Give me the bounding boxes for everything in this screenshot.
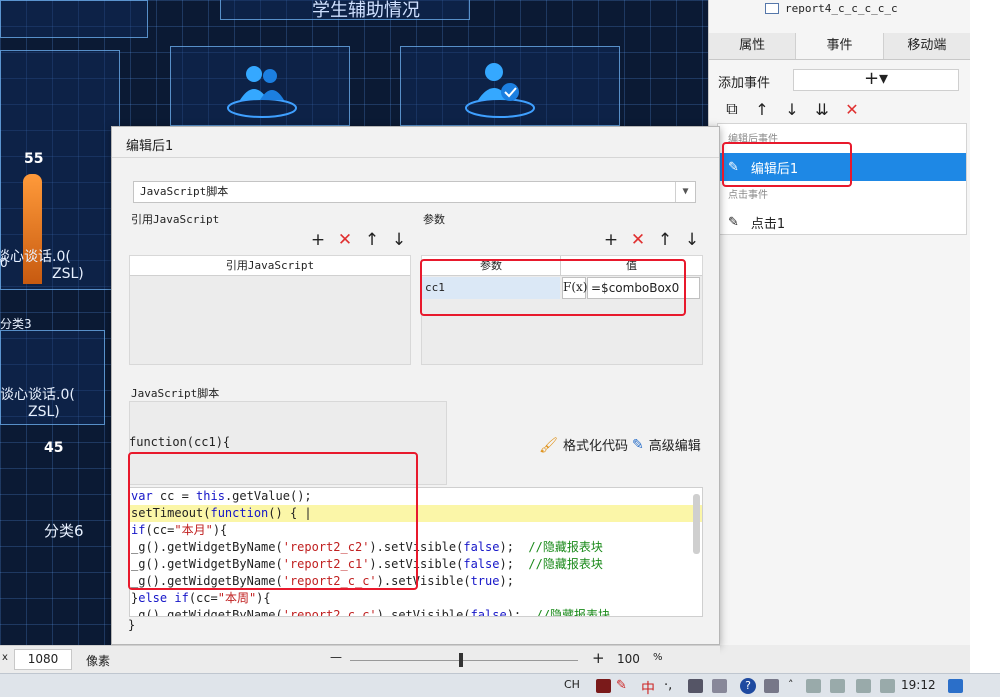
ref-js-header: 引用JavaScript (130, 256, 410, 276)
brush-icon: 🖌 (539, 435, 559, 454)
event-panel: report4_c_c_c_c_c 属性 事件 移动端 添加事件 +▾ ⧉ ↑ … (708, 0, 971, 645)
users-icon (227, 66, 297, 118)
script-type-select[interactable]: JavaScript脚本 ▼ (133, 181, 696, 203)
dialog-divider (112, 157, 719, 158)
highlight-frame-code (128, 452, 418, 590)
app-tray-icon[interactable] (596, 679, 611, 693)
ref-js-table: 引用JavaScript (129, 255, 411, 365)
arrow-down-icon[interactable]: ↓ (391, 231, 407, 249)
zoom-out-button[interactable]: — (330, 650, 342, 664)
add-icon[interactable]: + (603, 231, 619, 249)
widget-icon (765, 3, 779, 14)
scrollbar[interactable] (693, 494, 700, 554)
dashboard-label-6: 分类6 (44, 522, 84, 540)
function-header: function(cc1){ (129, 435, 231, 449)
display-icon[interactable] (830, 679, 845, 693)
volume-icon[interactable] (856, 679, 871, 693)
ime-indicator[interactable]: CH (564, 678, 580, 691)
highlight-frame-params (420, 259, 686, 316)
params-toolbar: + ✕ ↑ ↓ (603, 231, 700, 249)
tree-item-label: report4_c_c_c_c_c (785, 2, 898, 15)
dashboard-value-2: 45 (44, 440, 64, 456)
zoom-slider-handle[interactable] (459, 653, 463, 667)
battery-icon[interactable] (880, 679, 895, 693)
event-group-click: 点击事件 (728, 190, 768, 201)
dialog-title: 编辑后1 (126, 139, 174, 154)
arrow-up-icon[interactable]: ↑ (753, 100, 771, 119)
advanced-edit-label: 高级编辑 (648, 439, 701, 454)
dashboard-label-3: 分类3 (0, 317, 32, 331)
format-code-label: 格式化代码 (563, 439, 629, 454)
edit-icon: ✎ (632, 436, 644, 453)
event-item-click[interactable]: ✎ 点击1 (718, 208, 966, 236)
delete-icon[interactable]: ✕ (630, 231, 646, 249)
dashboard-bar (23, 174, 42, 284)
delete-icon[interactable]: ✕ (843, 100, 861, 119)
pencil-icon: ✎ (728, 214, 739, 230)
dashboard-label-1: 谈心谈话.0( (0, 249, 71, 265)
tools-icon[interactable] (712, 679, 727, 693)
tab-mobile[interactable]: 移动端 (883, 33, 971, 59)
move-bottom-icon[interactable]: ⇊ (813, 100, 831, 119)
chevron-up-icon[interactable]: ˄ (788, 678, 794, 691)
zoom-slider-track[interactable] (350, 660, 578, 661)
dashboard-value-1: 55 (24, 151, 44, 167)
ime-mode[interactable]: 中 (641, 678, 655, 697)
function-footer: } (128, 618, 136, 632)
arrow-down-icon[interactable]: ↓ (684, 231, 700, 249)
dashboard-panel-topleft (0, 0, 148, 38)
zoom-value: 100 (617, 652, 640, 666)
width-prefix: x (2, 652, 8, 663)
dashboard-label-5: ZSL) (28, 404, 60, 420)
notification-icon[interactable] (948, 679, 963, 693)
ref-js-label: 引用JavaScript (131, 213, 220, 226)
chevron-down-icon[interactable]: ▼ (675, 182, 695, 202)
arrow-up-icon[interactable]: ↑ (364, 231, 380, 249)
add-icon[interactable]: + (310, 231, 326, 249)
event-item-label: 点击1 (750, 216, 786, 232)
network-icon[interactable] (806, 679, 821, 693)
taskbar: CH ✎ 中 ·, ? ˄ 19:12 (0, 673, 1000, 697)
format-code-button[interactable]: 🖌 格式化代码 (539, 435, 629, 455)
dashboard-label-4: 谈心谈话.0( (0, 387, 75, 403)
arrow-up-icon[interactable]: ↑ (657, 231, 673, 249)
status-bar: x 1080 像素 — + 100 % (0, 645, 720, 673)
unit-label: 像素 (86, 654, 111, 668)
window-edge (970, 0, 1000, 673)
punctuation-icon[interactable]: ·, (664, 678, 672, 693)
help-icon[interactable]: ? (740, 678, 756, 694)
ref-js-toolbar: + ✕ ↑ ↓ (310, 231, 407, 249)
add-event-label: 添加事件 (718, 76, 771, 91)
zoom-in-button[interactable]: + (592, 649, 605, 667)
user-check-icon (465, 63, 535, 118)
dashboard-label-2: ZSL) (52, 266, 84, 282)
script-type-value: JavaScript脚本 (140, 185, 229, 198)
copy-icon[interactable]: ⧉ (723, 99, 741, 119)
dashboard-left-num: 0 (0, 256, 8, 270)
zoom-unit: % (653, 652, 663, 663)
dashboard-title: 学生辅助情况 (312, 0, 420, 21)
ime-shape-icon[interactable]: ✎ (616, 678, 627, 693)
keyboard-icon[interactable] (688, 679, 703, 693)
width-input[interactable]: 1080 (14, 649, 72, 670)
js-script-label: JavaScript脚本 (131, 387, 220, 400)
clock[interactable]: 19:12 (901, 678, 936, 692)
advanced-edit-button[interactable]: ✎ 高级编辑 (632, 435, 701, 455)
highlight-frame-event (722, 142, 852, 187)
settings-icon[interactable] (764, 679, 779, 693)
add-event-button[interactable]: +▾ (793, 69, 959, 91)
tab-events[interactable]: 事件 (796, 33, 884, 59)
event-toolbar: ⧉ ↑ ↓ ⇊ ✕ (723, 99, 861, 119)
arrow-down-icon[interactable]: ↓ (783, 100, 801, 119)
panel-tabs: 属性 事件 移动端 (709, 33, 971, 60)
delete-icon[interactable]: ✕ (337, 231, 353, 249)
tab-properties[interactable]: 属性 (709, 33, 797, 59)
tree-item[interactable]: report4_c_c_c_c_c (765, 2, 898, 15)
params-label: 参数 (423, 213, 445, 226)
